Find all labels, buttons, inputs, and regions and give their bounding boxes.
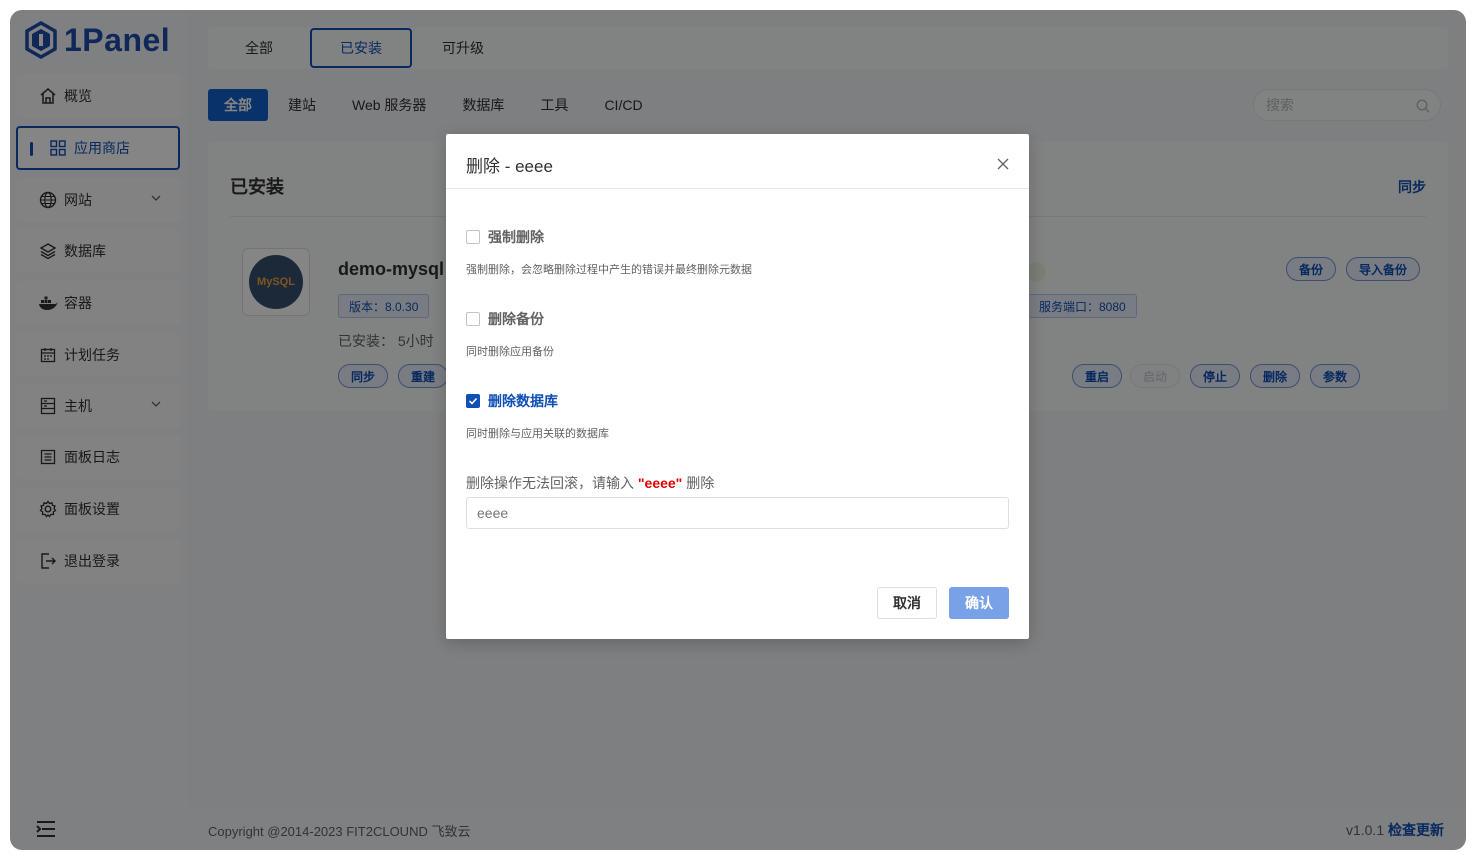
confirm-label: 删除操作无法回滚，请输入 "eeee" 删除	[466, 473, 714, 493]
confirm-name-input[interactable]	[466, 497, 1009, 529]
checkbox-box[interactable]	[466, 312, 480, 326]
force-delete-hint: 强制删除，会忽略删除过程中产生的错误并最终删除元数据	[466, 264, 752, 276]
option-label: 删除备份	[488, 311, 544, 327]
delete-database-checkbox[interactable]: 删除数据库	[466, 391, 558, 411]
checkbox-box[interactable]	[466, 230, 480, 244]
delete-backup-hint: 同时删除应用备份	[466, 346, 554, 358]
option-label: 强制删除	[488, 229, 544, 245]
delete-backup-checkbox[interactable]: 删除备份	[466, 309, 544, 329]
cancel-button[interactable]: 取消	[877, 587, 937, 619]
divider	[446, 188, 1029, 189]
app-window: 1Panel 概览 应用商店 网站 数据库 容器 计划任务 主机 面板日志 面板…	[10, 10, 1466, 850]
confirm-button[interactable]: 确认	[949, 587, 1009, 619]
delete-database-hint: 同时删除与应用关联的数据库	[466, 428, 609, 440]
option-label: 删除数据库	[488, 393, 558, 409]
dialog-title: 删除 - eeee	[466, 157, 553, 176]
checkbox-box[interactable]	[466, 394, 480, 408]
confirm-suffix: 删除	[682, 475, 715, 491]
check-icon	[468, 397, 478, 405]
delete-dialog: 删除 - eeee 强制删除 强制删除，会忽略删除过程中产生的错误并最终删除元数…	[446, 134, 1029, 639]
close-icon[interactable]	[997, 158, 1009, 170]
confirm-prefix: 删除操作无法回滚，请输入	[466, 475, 638, 491]
force-delete-checkbox[interactable]: 强制删除	[466, 227, 544, 247]
confirm-name: "eeee"	[637, 475, 683, 491]
